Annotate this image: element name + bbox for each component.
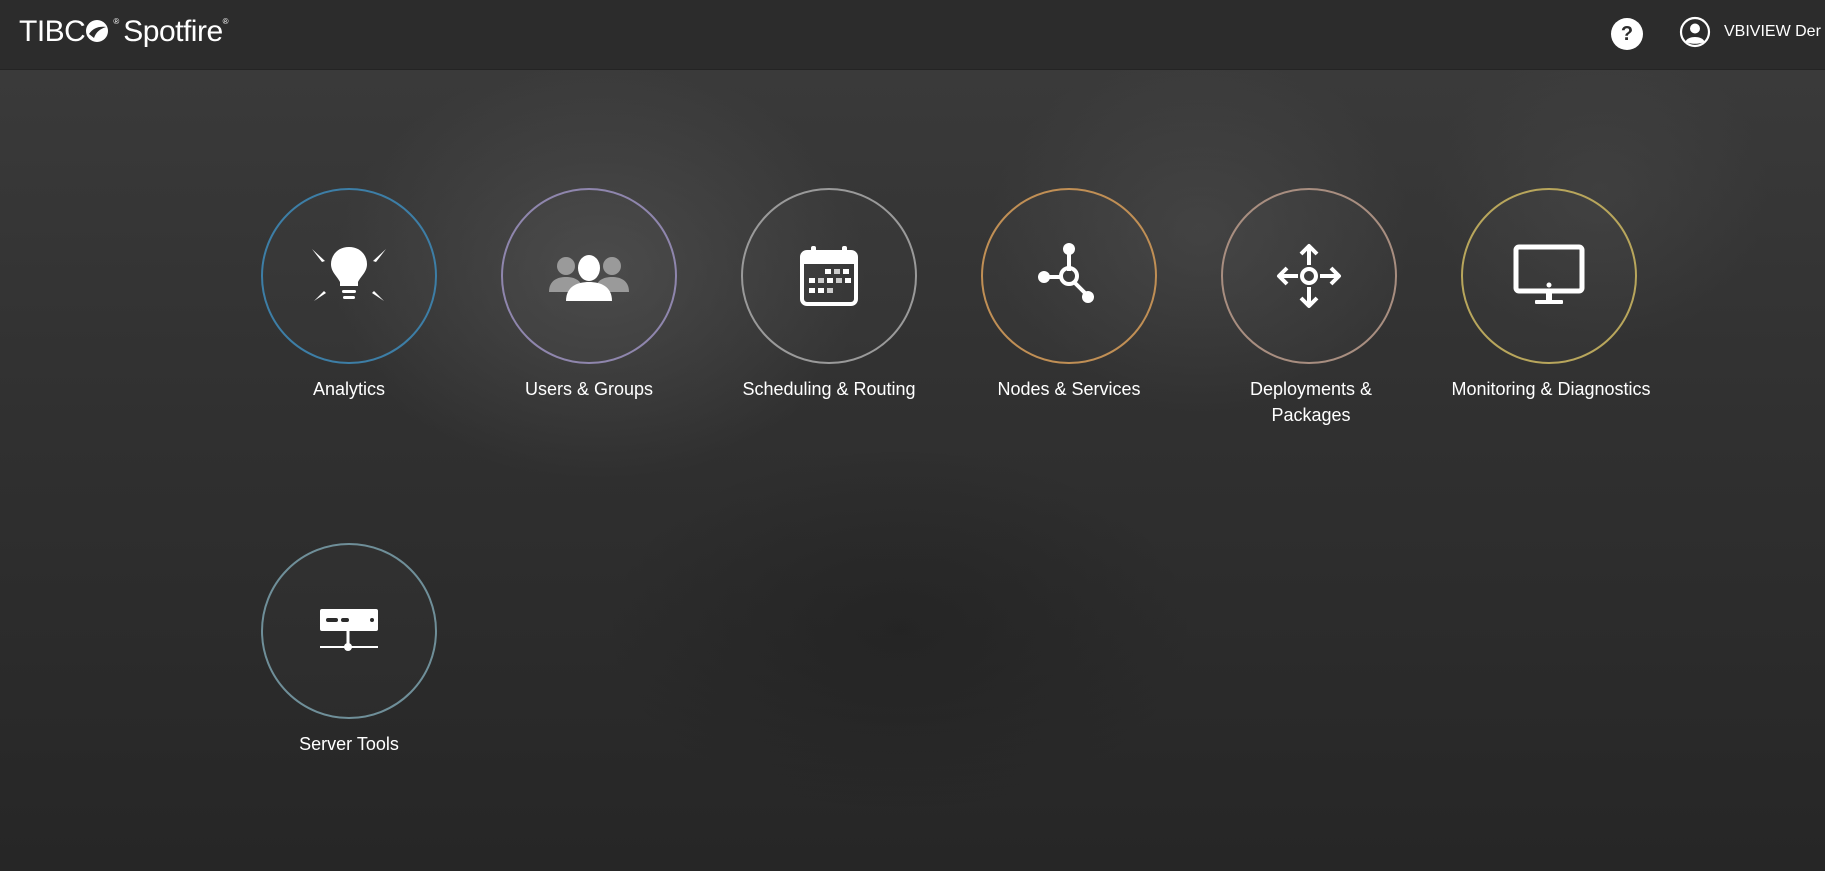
top-bar: TIBC ® Spotfire ® ? VBIVIEW Der: [0, 0, 1825, 70]
lightbulb-icon: [312, 247, 386, 301]
user-menu[interactable]: VBIVIEW Der: [1679, 16, 1821, 48]
calendar-icon: [800, 246, 858, 306]
tile-circle: [1461, 188, 1637, 364]
tile-label: Scheduling & Routing: [742, 379, 916, 399]
tile-label: Nodes & Services: [997, 379, 1141, 399]
logo-text-tibc: TIBC: [19, 15, 86, 48]
server-icon: [320, 609, 378, 651]
users-group-icon: [549, 255, 629, 301]
monitor-icon: [1513, 244, 1585, 304]
nodes-icon: [1038, 243, 1094, 303]
tile-circle: [981, 188, 1157, 364]
tile-label: Server Tools: [299, 734, 399, 754]
tile-circle: [261, 188, 437, 364]
help-button[interactable]: ?: [1611, 18, 1643, 50]
tile-circle: [741, 188, 917, 364]
tile-circle: [261, 543, 437, 719]
logo-text-spotfire: Spotfire: [123, 15, 223, 48]
help-icon: ?: [1620, 23, 1634, 45]
tile-label: Monitoring & Diagnostics: [1451, 379, 1651, 399]
tile-circle: [1221, 188, 1397, 364]
tile-label: Deployments & Packages: [1249, 379, 1373, 425]
user-avatar-icon: [1679, 16, 1711, 48]
move-arrows-icon: [1277, 244, 1341, 308]
tibco-spotfire-logo[interactable]: TIBC ® Spotfire ®: [19, 14, 229, 54]
user-name: VBIVIEW Der: [1724, 23, 1821, 40]
logo-reg-mark-2: ®: [222, 17, 229, 26]
tibco-swoosh-icon: [86, 20, 109, 42]
logo-reg-mark: ®: [113, 17, 120, 26]
tile-label: Users & Groups: [524, 379, 654, 399]
tile-circle: [501, 188, 677, 364]
tile-label: Analytics: [312, 379, 386, 399]
